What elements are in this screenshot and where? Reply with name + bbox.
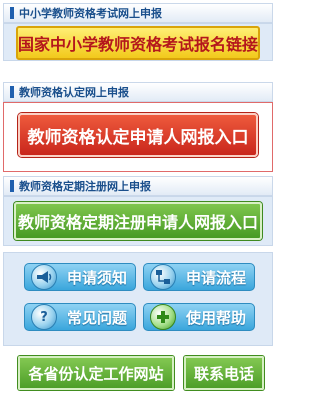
plus-icon — [150, 304, 176, 330]
exam-registration-link-button[interactable]: 国家中小学教师资格考试报名链接 — [16, 26, 260, 60]
faq-label: 常见问题 — [67, 308, 128, 327]
apply-process-button[interactable]: 申请流程 — [143, 263, 255, 291]
section-body-registration: 教师资格定期注册申请人网报入口 — [3, 196, 273, 246]
section-marker — [10, 86, 14, 98]
registration-apply-button[interactable]: 教师资格定期注册申请人网报入口 — [14, 202, 262, 240]
help-button[interactable]: 使用帮助 — [143, 303, 255, 331]
section-certification: 教师资格认定网上申报 教师资格认定申请人网报入口 — [3, 82, 273, 174]
section-body-certification: 教师资格认定申请人网报入口 — [3, 102, 273, 172]
section-marker — [10, 7, 14, 19]
megaphone-icon — [31, 264, 57, 290]
section-title-registration: 教师资格定期注册网上申报 — [19, 180, 151, 193]
quick-links-panel: 申请须知 申请流程 ? 常见问题 使用帮助 — [3, 252, 273, 346]
section-title-exam: 中小学教师资格考试网上申报 — [19, 7, 162, 20]
apply-notice-button[interactable]: 申请须知 — [24, 263, 136, 291]
section-marker — [10, 180, 14, 192]
section-exam: 中小学教师资格考试网上申报 国家中小学教师资格考试报名链接 — [3, 3, 273, 61]
apply-notice-label: 申请须知 — [67, 268, 128, 287]
certification-apply-button[interactable]: 教师资格认定申请人网报入口 — [18, 113, 258, 157]
question-icon: ? — [31, 304, 57, 330]
flowchart-icon — [150, 264, 176, 290]
province-sites-button[interactable]: 各省份认定工作网站 — [18, 356, 174, 390]
section-registration: 教师资格定期注册网上申报 教师资格定期注册申请人网报入口 — [3, 176, 273, 246]
section-title-certification: 教师资格认定网上申报 — [19, 86, 129, 99]
section-header-registration: 教师资格定期注册网上申报 — [3, 176, 273, 196]
section-header-certification: 教师资格认定网上申报 — [3, 82, 273, 102]
apply-process-label: 申请流程 — [186, 268, 247, 287]
section-header-exam: 中小学教师资格考试网上申报 — [3, 3, 273, 23]
faq-button[interactable]: ? 常见问题 — [24, 303, 136, 331]
section-body-exam: 国家中小学教师资格考试报名链接 — [3, 23, 273, 61]
help-label: 使用帮助 — [186, 308, 247, 327]
contact-phone-button[interactable]: 联系电话 — [184, 356, 264, 390]
